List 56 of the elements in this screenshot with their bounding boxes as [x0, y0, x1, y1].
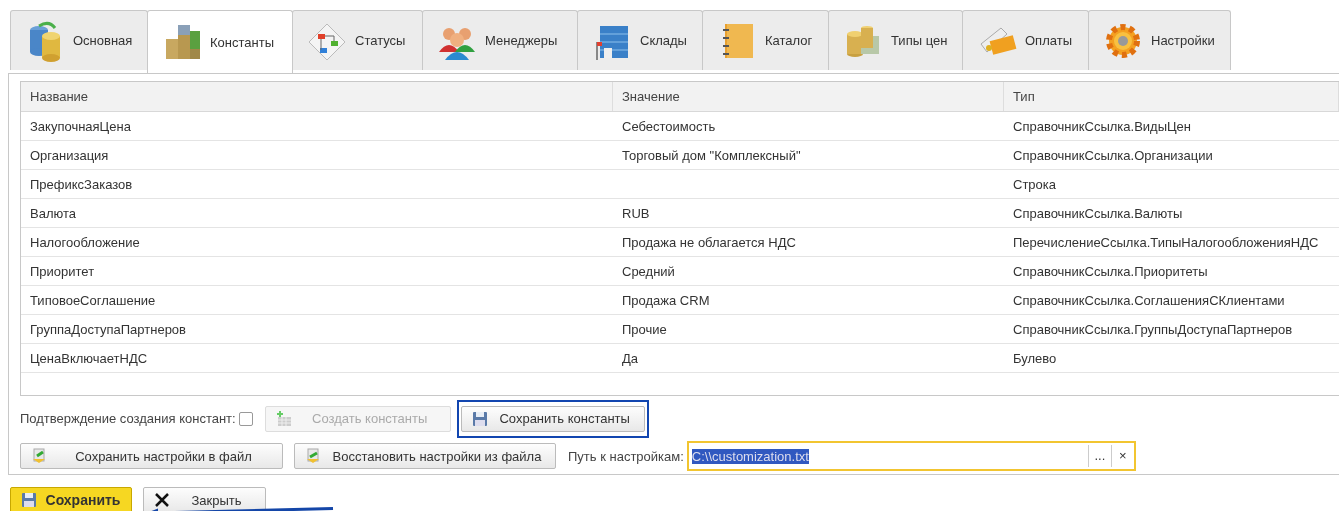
- save-button[interactable]: Сохранить: [10, 487, 132, 511]
- table-cell-text: ГруппаДоступаПартнеров: [29, 320, 187, 339]
- choose-button[interactable]: ...: [1087, 445, 1111, 467]
- table-cell-text: ПрефиксЗаказов: [29, 175, 134, 194]
- path-value: C:\\customization.txt: [691, 448, 809, 464]
- confirm-label: Подтверждение создания констант:: [20, 411, 236, 426]
- table-cell-text: Налогообложение: [29, 233, 141, 252]
- clear-button[interactable]: ×: [1110, 445, 1134, 467]
- tab[interactable]: Настройки: [1088, 10, 1231, 70]
- tab[interactable]: Типы цен: [828, 10, 963, 70]
- table-cell-text: Продажа не облагается НДС: [621, 233, 797, 252]
- table-cell-text: Средний: [621, 262, 676, 281]
- table-cell-text: ТиповоеСоглашение: [29, 291, 157, 310]
- table-cell-text: СправочникСсылка.Организации: [1012, 146, 1214, 165]
- floppy-icon: [21, 492, 37, 508]
- import-icon: [305, 448, 321, 464]
- column-header: Тип: [1004, 82, 1339, 111]
- table-cell-text: RUB: [621, 204, 651, 223]
- table-cell-text: Торговый дом "Комплексный": [621, 146, 802, 165]
- table-cell-text: Себестоимость: [621, 117, 717, 136]
- column-header: Значение: [613, 82, 1004, 111]
- export-icon: [31, 448, 47, 464]
- restore-settings-button[interactable]: Восстановить настройки из файла: [294, 443, 556, 469]
- table-cell-text: ПеречислениеСсылка.ТипыНалогообложенияНДС: [1012, 233, 1320, 252]
- table-cell-text: СправочникСсылка.ВидыЦен: [1012, 117, 1192, 136]
- tab[interactable]: Константы: [147, 10, 293, 73]
- tab[interactable]: Склады: [577, 10, 703, 70]
- tab[interactable]: Основная: [10, 10, 148, 70]
- table-cell-text: Строка: [1012, 175, 1057, 194]
- table-cell-text: Приоритет: [29, 262, 96, 281]
- table-cell-text: СправочникСсылка.Валюты: [1012, 204, 1184, 223]
- table-add-icon: [275, 410, 292, 427]
- table-cell-text: ЦенаВключаетНДС: [29, 349, 149, 368]
- floppy-icon: [471, 410, 488, 427]
- path-field[interactable]: C:\\customization.txt ... ×: [686, 441, 1136, 471]
- tab[interactable]: Каталог: [702, 10, 829, 70]
- confirm-checkbox[interactable]: [238, 411, 253, 426]
- table-cell-text: Продажа CRM: [621, 291, 711, 310]
- column-header: Название: [21, 82, 613, 111]
- close-button[interactable]: Закрыть: [143, 487, 266, 511]
- table-cell-text: Организация: [29, 146, 110, 165]
- save-settings-button[interactable]: Сохранить настройки в файл: [20, 443, 283, 469]
- tab[interactable]: Статусы: [292, 10, 423, 70]
- table-cell-text: СправочникСсылка.Приоритеты: [1012, 262, 1209, 281]
- table-cell-text: СправочникСсылка.СоглашенияСКлиентами: [1012, 291, 1286, 310]
- save-constants-button[interactable]: Сохранить константы: [460, 405, 645, 432]
- table-cell-text: Булево: [1012, 349, 1058, 368]
- table-cell-text: Да: [621, 349, 640, 368]
- table-cell-text: ЗакупочнаяЦена: [29, 117, 132, 136]
- close-icon: [154, 492, 170, 508]
- tab[interactable]: Оплаты: [962, 10, 1089, 70]
- table-cell-text: СправочникСсылка.ГруппыДоступаПартнеров: [1012, 320, 1294, 339]
- table-cell-text: Валюта: [29, 204, 77, 223]
- table-cell-text: Прочие: [621, 320, 668, 339]
- tab[interactable]: Менеджеры: [422, 10, 578, 70]
- path-label: Путь к настройкам:: [568, 448, 684, 464]
